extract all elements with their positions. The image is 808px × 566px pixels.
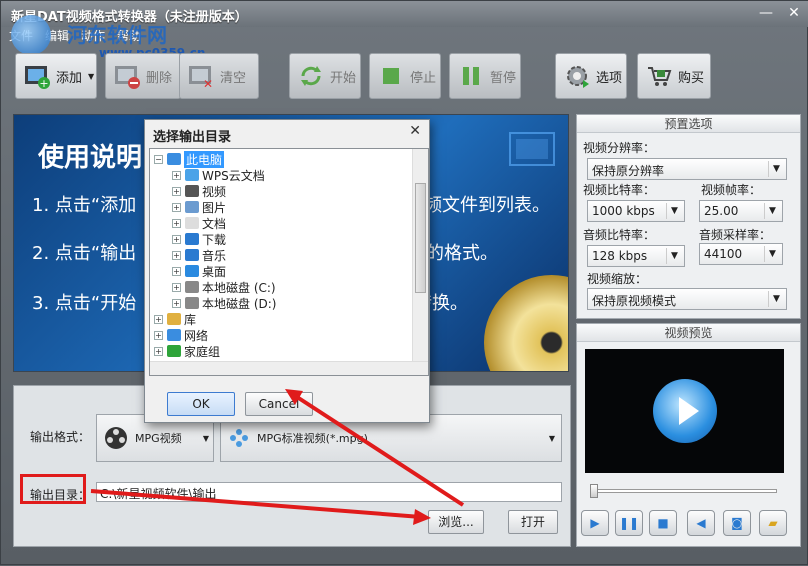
annotation-arrow: [295, 395, 465, 507]
annotation-arrows: [90, 389, 465, 525]
app-window: 新星DAT视频格式转换器（未注册版本） — ✕ 文件 编辑 动作 帮助 河东软件…: [0, 0, 808, 565]
annotation-arrow: [90, 489, 422, 519]
annotation-arrowhead: [413, 509, 431, 525]
